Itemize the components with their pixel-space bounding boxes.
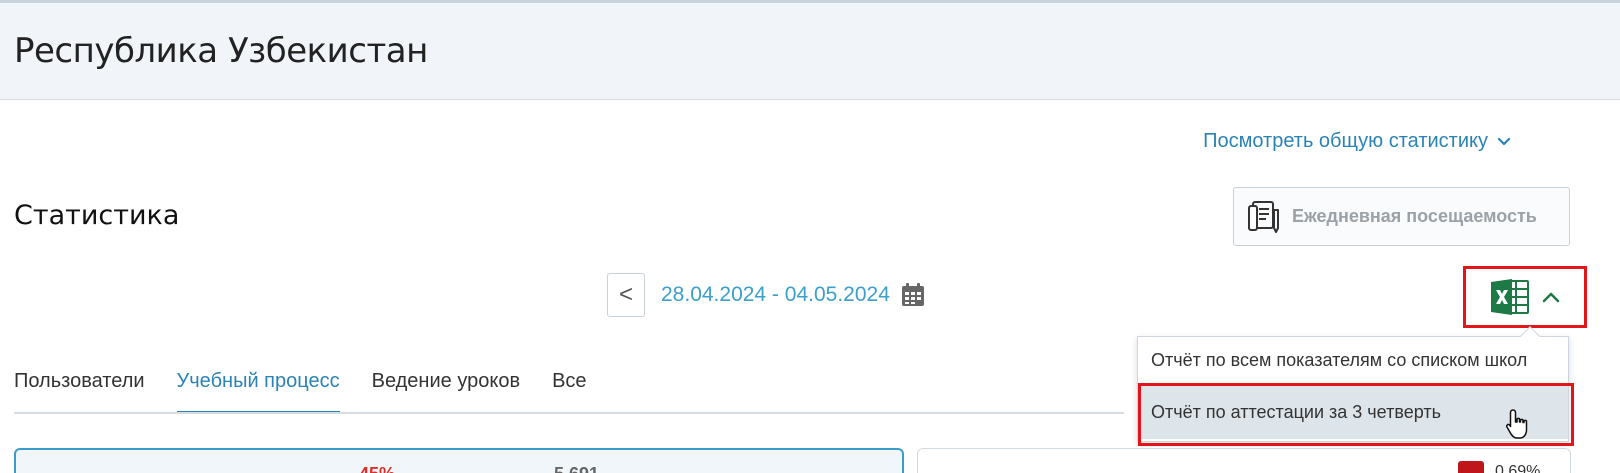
daily-attendance-button[interactable]: Ежедневная посещаемость (1233, 187, 1570, 246)
menu-item-attestation-report[interactable]: Отчёт по аттестации за 3 четверть (1138, 385, 1568, 439)
chevron-up-icon (1542, 292, 1560, 303)
statistics-tabs: Пользователи Учебный процесс Ведение уро… (14, 360, 619, 414)
tab-lesson-management[interactable]: Ведение уроков (372, 360, 520, 414)
chevron-down-icon (1497, 137, 1511, 145)
section-title: Статистика (14, 200, 180, 231)
tabs-divider (14, 412, 1124, 414)
overall-statistics-label: Посмотреть общую статистику (1203, 130, 1488, 152)
previous-week-button[interactable]: < (607, 273, 645, 317)
tab-all[interactable]: Все (552, 360, 586, 414)
stats-card-percent: 45% (359, 464, 395, 473)
overall-statistics-link[interactable]: Посмотреть общую статистику (1203, 130, 1512, 153)
page-title: Республика Узбекистан (14, 31, 428, 71)
calendar-icon[interactable] (900, 282, 926, 308)
menu-item-all-indicators-report[interactable]: Отчёт по всем показателям со списком шко… (1138, 337, 1568, 383)
stats-card-right: 0,69% (917, 448, 1571, 473)
tab-users[interactable]: Пользователи (14, 360, 145, 414)
daily-attendance-label: Ежедневная посещаемость (1292, 206, 1537, 226)
date-navigator: < 28.04.2024 - 04.05.2024 (607, 273, 926, 317)
hand-cursor-icon (1506, 409, 1528, 439)
tab-learning-process[interactable]: Учебный процесс (176, 360, 340, 414)
page-header: Республика Узбекистан (0, 3, 1620, 100)
stats-card-count: 5 691 (554, 464, 599, 473)
stats-card-left[interactable]: 45% 5 691 (14, 448, 904, 473)
attendance-report-icon (1248, 200, 1279, 233)
legend-swatch (1458, 461, 1484, 473)
date-range[interactable]: 28.04.2024 - 04.05.2024 (661, 283, 890, 307)
excel-export-button[interactable] (1463, 266, 1587, 328)
legend-value: 0,69% (1495, 463, 1541, 473)
excel-icon (1491, 279, 1529, 315)
